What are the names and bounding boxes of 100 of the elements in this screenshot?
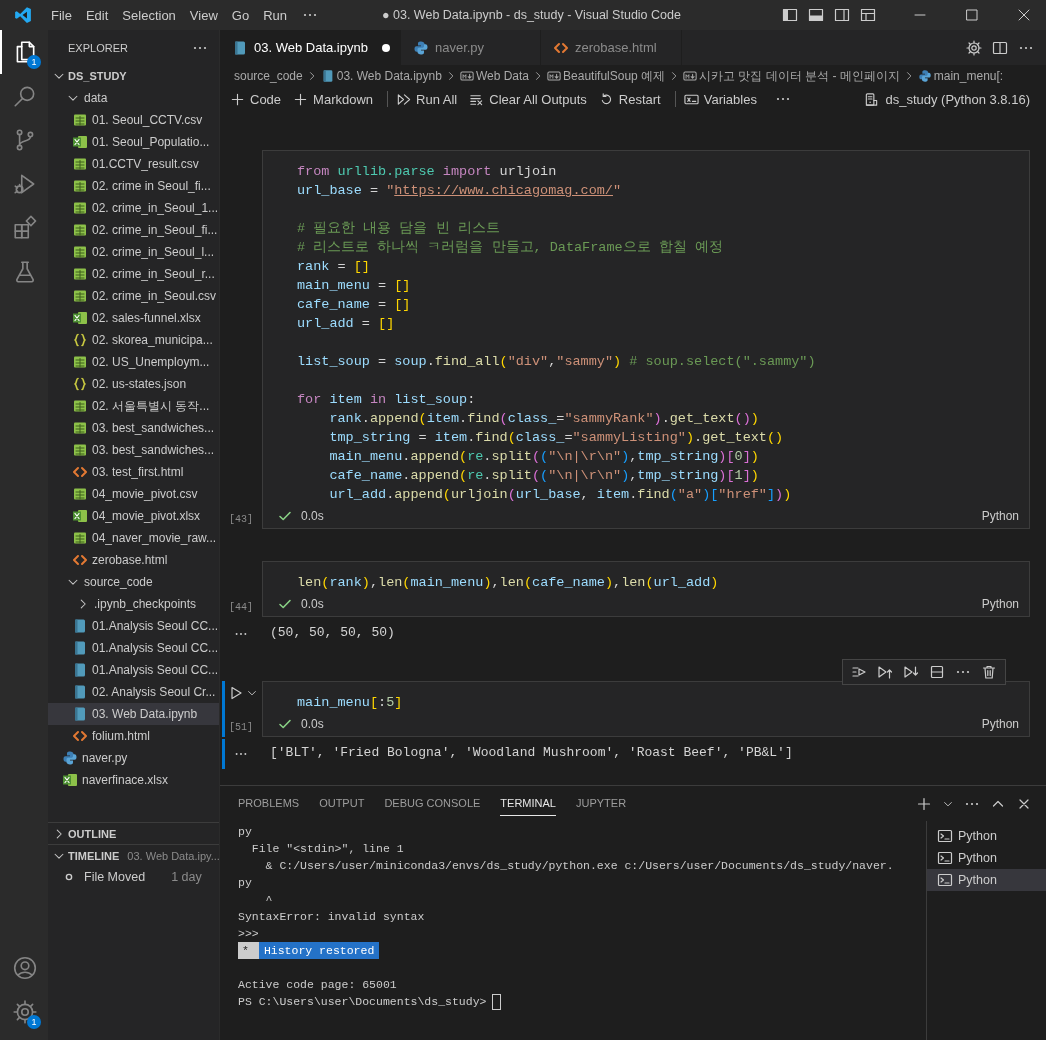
panel-tab[interactable]: JUPYTER — [575, 791, 627, 816]
panel-tab[interactable]: DEBUG CONSOLE — [384, 791, 481, 816]
tree-item[interactable]: naverfinace.xlsx — [48, 769, 219, 791]
toggle-panel-icon[interactable] — [808, 7, 824, 23]
spreadsheet-icon — [72, 222, 88, 238]
tree-item[interactable]: 02. crime_in_Seoul_l... — [48, 241, 219, 263]
run-all-icon — [396, 91, 412, 107]
menu-item[interactable]: File — [44, 7, 79, 23]
cell-language[interactable]: Python — [981, 509, 1019, 523]
toggle-sidebar-icon[interactable] — [782, 7, 798, 23]
terminal-line: Active code page: 65001 — [238, 977, 397, 993]
toolbar-button[interactable]: Markdown — [291, 89, 382, 109]
menu-item[interactable]: Edit — [78, 7, 116, 23]
tree-item[interactable]: 01. Seoul_CCTV.csv — [48, 109, 219, 131]
timeline-item[interactable]: File Moved 1 day — [48, 866, 219, 888]
toolbar-button[interactable]: Run All — [394, 89, 466, 109]
terminal-list-item[interactable]: Python — [927, 825, 1046, 847]
tree-item[interactable]: 02. skorea_municipa... — [48, 329, 219, 351]
excel-icon — [72, 310, 88, 326]
tree-item[interactable]: 02. crime_in_Seoul_1... — [48, 197, 219, 219]
split-cell-icon[interactable] — [929, 664, 945, 680]
outline-section-header[interactable]: OUTLINE — [48, 822, 219, 844]
toolbar-button[interactable]: Clear All Outputs — [467, 89, 595, 109]
terminal-list-item[interactable]: Python — [927, 847, 1046, 869]
execute-below-icon[interactable] — [903, 664, 919, 680]
panel-tab[interactable]: TERMINAL — [500, 791, 556, 816]
tree-item[interactable]: 02. crime_in_Seoul_fi... — [48, 219, 219, 241]
tree-item[interactable]: 03. best_sandwiches... — [48, 439, 219, 461]
breadcrumb-item[interactable]: source_code — [234, 69, 303, 83]
customize-layout-icon[interactable] — [860, 7, 876, 23]
tree-item[interactable]: 02. crime_in_Seoul_r... — [48, 263, 219, 285]
terminal-list-item[interactable]: Python — [927, 869, 1046, 891]
execution-time: 0.0s — [301, 717, 324, 731]
tree-item[interactable]: zerobase.html — [48, 549, 219, 571]
tree-item[interactable]: 04_naver_movie_raw... — [48, 527, 219, 549]
breadcrumb-label: Web Data — [475, 69, 530, 83]
code-cell[interactable] — [262, 150, 1030, 529]
spreadsheet-icon — [72, 354, 88, 370]
tree-item[interactable]: 01.CCTV_result.csv — [48, 153, 219, 175]
tree-item[interactable]: 02. sales-funnel.xlsx — [48, 307, 219, 329]
tree-item[interactable]: 01.Analysis Seoul CC... — [48, 659, 219, 681]
panel-tab[interactable]: PROBLEMS — [238, 791, 300, 816]
toolbar-button[interactable]: Code — [228, 89, 290, 109]
timeline-section-header[interactable]: TIMELINE 03. Web Data.ipy... — [48, 844, 219, 866]
panel-tab[interactable]: OUTPUT — [319, 791, 365, 816]
tree-item[interactable]: 02. 서울특별시 동작... — [48, 395, 219, 417]
menu-item[interactable]: View — [182, 7, 225, 23]
toolbar-button-label: Clear All Outputs — [489, 91, 587, 107]
workspace-header[interactable]: DS_STUDY — [48, 65, 219, 87]
menu-item[interactable]: Selection — [115, 7, 183, 23]
activity-bar-item[interactable]: 1 — [0, 990, 48, 1034]
menu-item[interactable]: Run — [256, 7, 294, 23]
extensions-icon[interactable] — [12, 215, 38, 241]
run-cell-icon[interactable] — [228, 685, 244, 701]
tree-item[interactable]: 02. crime in Seoul_fi... — [48, 175, 219, 197]
execute-above-icon[interactable] — [877, 664, 893, 680]
cell-language[interactable]: Python — [981, 597, 1019, 611]
toggle-secondary-sidebar-icon[interactable] — [834, 7, 850, 23]
tree-item[interactable]: 02. crime_in_Seoul.csv — [48, 285, 219, 307]
menu-item[interactable]: Go — [224, 7, 257, 23]
tree-item[interactable]: .ipynb_checkpoints — [48, 593, 219, 615]
toolbar-button[interactable]: Variables — [681, 89, 765, 109]
run-by-line-icon[interactable] — [851, 664, 867, 680]
split-editor-icon[interactable] — [992, 39, 1008, 56]
excel-icon — [72, 134, 88, 150]
editor-tab[interactable]: 03. Web Data.ipynb — [220, 30, 401, 65]
code-line: # 필요한 내용 담을 빈 리스트 — [297, 220, 500, 238]
tree-item[interactable]: 02. US_Unemploym... — [48, 351, 219, 373]
tree-item[interactable]: source_code — [48, 571, 219, 593]
tree-item[interactable]: 04_movie_pivot.csv — [48, 483, 219, 505]
code-cell[interactable]: main_menu[:5] 0.0s Python — [262, 681, 1030, 737]
cell-language[interactable]: Python — [981, 717, 1019, 731]
tree-item[interactable]: 03. test_first.html — [48, 461, 219, 483]
code-cell[interactable]: len(rank),len(main_menu),len(cafe_name),len(url_add) 0.0s Python — [262, 561, 1030, 617]
account-icon[interactable] — [12, 955, 38, 981]
settings-icon[interactable] — [12, 999, 38, 1025]
tree-item[interactable]: 04_movie_pivot.xlsx — [48, 505, 219, 527]
new-terminal-icon[interactable] — [916, 795, 932, 812]
tree-item[interactable]: 03. best_sandwiches... — [48, 417, 219, 439]
breadcrumb-item[interactable]: main_menu[: — [917, 69, 1004, 83]
tree-item[interactable]: folium.html — [48, 725, 219, 747]
settings-icon[interactable] — [966, 39, 982, 56]
code-line: main_menu[:5] — [297, 694, 403, 712]
maximize-icon[interactable] — [964, 7, 980, 23]
tree-item[interactable]: 02. us-states.json — [48, 373, 219, 395]
tree-item[interactable]: 03. Web Data.ipynb — [48, 703, 219, 725]
tree-item[interactable]: data — [48, 87, 219, 109]
tree-item[interactable]: 01. Seoul_Populatio... — [48, 131, 219, 153]
breadcrumb-item[interactable]: Web Data — [459, 69, 530, 83]
tree-item[interactable]: 01.Analysis Seoul CC... — [48, 637, 219, 659]
toolbar-button[interactable]: Restart — [596, 89, 669, 109]
tree-item[interactable]: 01.Analysis Seoul CC... — [48, 615, 219, 637]
editor-tab[interactable]: naver.py — [400, 30, 541, 65]
tree-item[interactable]: naver.py — [48, 747, 219, 769]
close-icon[interactable] — [1016, 7, 1032, 23]
delete-icon[interactable] — [981, 664, 997, 680]
timeline-label: File Moved — [84, 870, 146, 884]
editor-tab[interactable]: zerobase.html — [540, 30, 682, 65]
tree-item[interactable]: 02. Analysis Seoul Cr... — [48, 681, 219, 703]
excel-icon — [72, 508, 88, 524]
